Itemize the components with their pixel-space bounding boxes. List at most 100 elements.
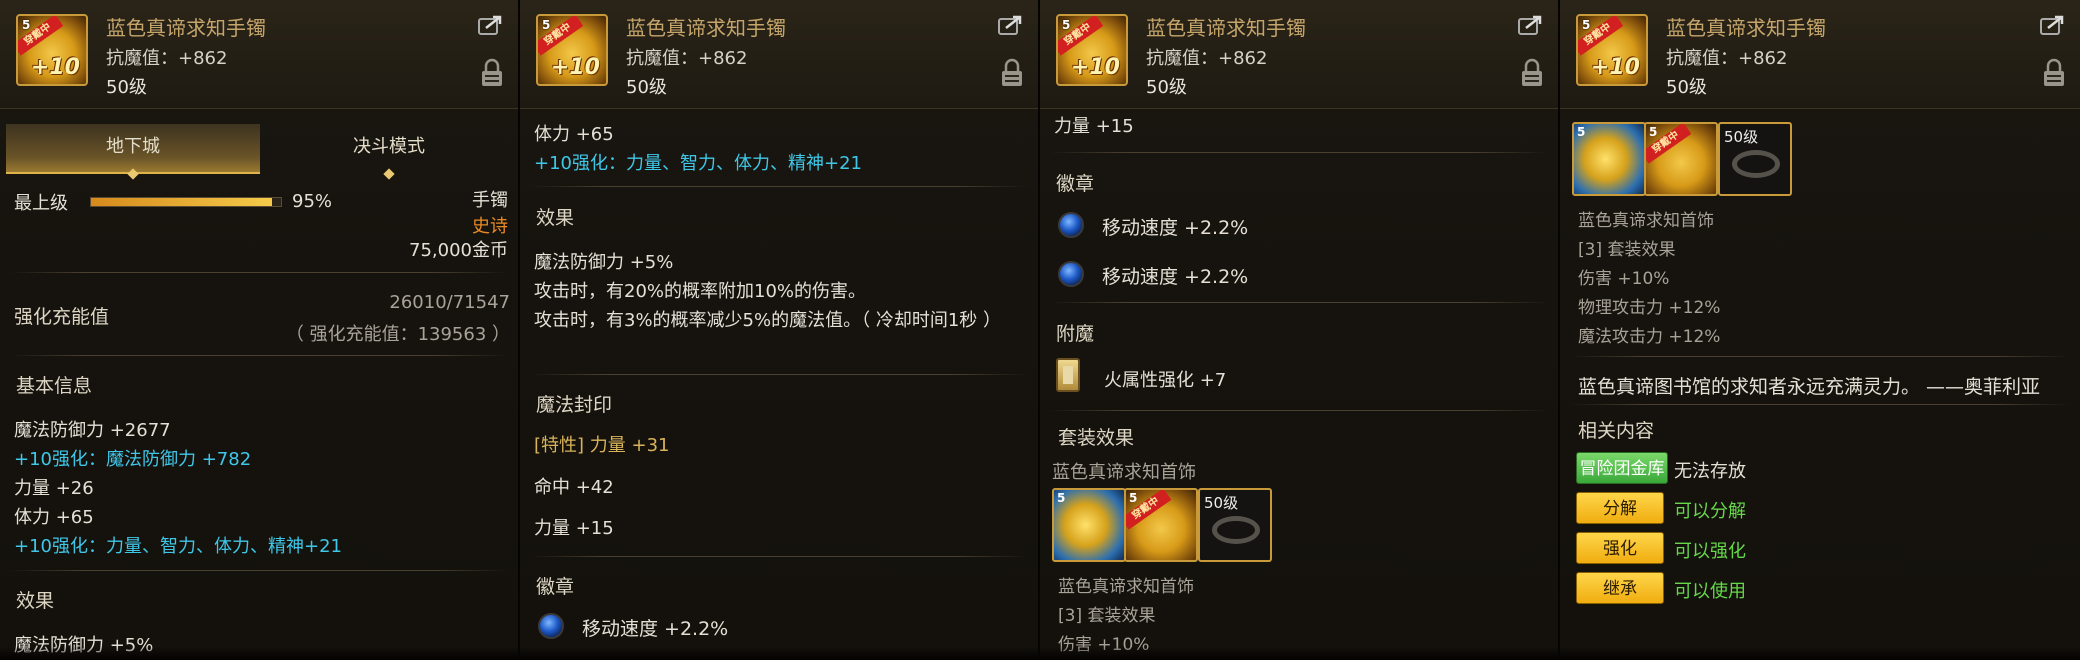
lock-icon[interactable] [2042,58,2066,88]
icon-level: 5 [1062,18,1071,32]
disassemble-button[interactable]: 分解 [1576,492,1664,524]
enchant-line: 火属性强化 +7 [1104,370,1227,391]
necklace-icon[interactable]: 5 [1572,122,1646,196]
lock-icon[interactable] [480,58,504,88]
grade-bar [90,197,282,207]
effect-line: 魔法防御力 +5% [14,635,154,656]
ring-band [1732,150,1780,178]
lock-icon[interactable] [1520,58,1544,88]
set-count: [3] 套装效果 [1058,606,1156,626]
effect-line: 攻击时，有3%的概率减少5%的魔法值。（ 冷却时间1秒 ） [534,310,1002,331]
grade-label: 最上级 [14,193,68,214]
button-label: 冒险团金库 [1579,459,1665,479]
set-effect-line: 魔法攻击力 +12% [1578,327,1721,347]
tooltip-panel-3: 5 穿戴中 +10 蓝色真谛求知手镯 抗魔值：+862 50级 力量 +15 徽… [1040,0,1560,660]
emblem-line: 移动速度 +2.2% [1102,217,1249,239]
divider [1570,356,2070,357]
bangle-item-icon: 5 穿戴中 +10 [536,14,608,86]
icon-level: 5 [1649,125,1658,139]
basic-title: 基本信息 [16,375,93,397]
seal-line: [特性] 力量 +31 [534,435,670,456]
bangle-set-icon[interactable]: 5 穿戴中 [1124,488,1198,562]
ring-icon[interactable]: 50级 [1718,122,1792,196]
reinforce-status: 可以强化 [1674,541,1746,562]
stat-line: +10强化：力量、智力、体力、精神+21 [14,536,342,557]
necklace-icon[interactable]: 5 [1052,488,1126,562]
blue-emblem-icon [1058,261,1084,287]
effect-title: 效果 [16,590,55,612]
item-resist: 抗魔值：+862 [106,48,228,69]
charge-value: 26010/71547 [389,292,510,313]
icon-level: 5 [542,18,551,32]
set-effect-line: 伤害 +10% [1578,269,1670,289]
lock-icon[interactable] [1000,58,1024,88]
disassemble-status: 可以分解 [1674,501,1746,522]
icon-level: 5 [1582,18,1591,32]
bangle-item-icon: 5 穿戴中 +10 [1576,14,1648,86]
stat-line: 体力 +65 [14,507,94,528]
bangle-item-icon: 5 穿戴中 +10 [1056,14,1128,86]
item-header: 5 穿戴中 +10 蓝色真谛求知手镯 抗魔值：+862 50级 [520,0,1038,109]
icon-level: 5 [1057,491,1066,505]
item-resist: 抗魔值：+862 [1146,48,1268,69]
set-effect-line: 伤害 +10% [1058,635,1150,655]
ring-band [1212,516,1260,544]
set-sub-name: 蓝色真谛求知首饰 [1578,211,1714,231]
tab-diamond [383,168,395,180]
item-name: 蓝色真谛求知手镯 [1146,16,1306,40]
share-icon[interactable] [2040,14,2066,36]
item-resist: 抗魔值：+862 [626,48,748,69]
share-icon[interactable] [1518,14,1544,36]
slot-type: 手镯 [472,190,508,211]
divider [10,355,508,356]
ring-icon[interactable]: 50级 [1198,488,1272,562]
tooltip-panel-2: 5 穿戴中 +10 蓝色真谛求知手镯 抗魔值：+862 50级 体力 +65 +… [520,0,1040,660]
grade-percent: 95% [292,191,333,212]
button-label: 分解 [1603,499,1637,519]
tab-label: 决斗模式 [353,136,425,157]
stat-line: 魔法防御力 +2677 [14,420,171,441]
tab-pvp[interactable]: 决斗模式 [262,124,516,180]
reinforce-button[interactable]: 强化 [1576,532,1664,564]
divider [1050,302,1548,303]
blue-emblem-icon [538,613,564,639]
item-resist: 抗魔值：+862 [1666,48,1788,69]
flavor-text: 蓝色真谛图书馆的求知者永远充满灵力。 ——奥菲利亚 [1578,376,2041,398]
set-sub-name: 蓝色真谛求知首饰 [1058,577,1194,597]
item-name: 蓝色真谛求知手镯 [1666,16,1826,40]
item-header: 5 穿戴中 +10 蓝色真谛求知手镯 抗魔值：+862 50级 [1560,0,2080,109]
effect-line: 魔法防御力 +5% [534,252,674,273]
button-label: 强化 [1603,539,1637,559]
inherit-status: 可以使用 [1674,581,1746,602]
slot-level-label: 50级 [1724,128,1759,146]
icon-level: 5 [1577,125,1586,139]
share-icon[interactable] [478,14,504,36]
vault-button[interactable]: 冒险团金库 [1576,452,1668,484]
stat-line: +10强化：魔法防御力 +782 [14,449,252,470]
tooltip-panel-1: 5 穿戴中 +10 蓝色真谛求知手镯 抗魔值：+862 50级 地下城 决斗模式… [0,0,520,660]
stat-line: 力量 +15 [1054,116,1134,137]
tab-dungeon[interactable]: 地下城 [6,124,260,180]
divider [10,272,508,273]
blue-emblem-icon [1058,212,1084,238]
stat-line: 体力 +65 [534,124,614,145]
divider [10,570,508,571]
slot-level-label: 50级 [1204,494,1239,512]
share-icon[interactable] [998,14,1024,36]
item-level: 50级 [626,77,667,98]
price: 75,000金币 [409,240,508,261]
seal-line: 力量 +15 [534,518,614,539]
charge-label: 强化充能值 [14,306,110,328]
item-header: 5 穿戴中 +10 蓝色真谛求知手镯 抗魔值：+862 50级 [1040,0,1558,109]
icon-plus: +10 [550,55,600,80]
effect-title: 效果 [536,207,575,229]
divider [1050,152,1548,153]
bangle-set-icon[interactable]: 5 穿戴中 [1644,122,1718,196]
button-label: 继承 [1603,579,1637,599]
item-level: 50级 [1146,77,1187,98]
divider [530,556,1028,557]
stat-line: 力量 +26 [14,478,94,499]
inherit-button[interactable]: 继承 [1576,572,1664,604]
set-effect-line: 物理攻击力 +12% [1578,298,1721,318]
tab-label: 地下城 [106,136,160,157]
